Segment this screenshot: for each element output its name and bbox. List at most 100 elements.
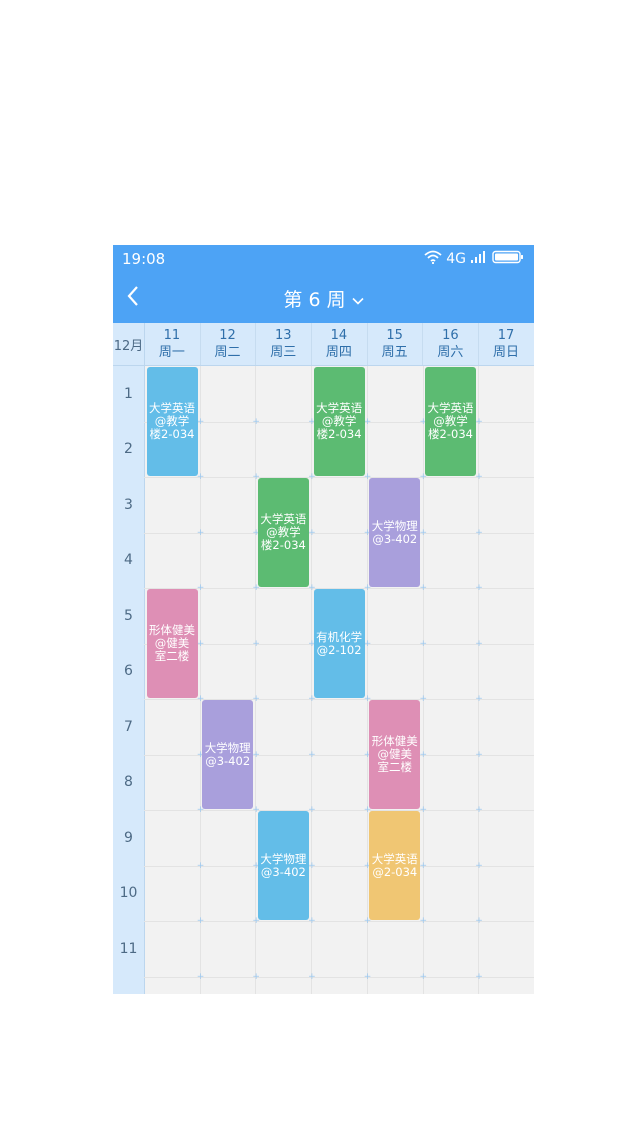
course-block[interactable]: 大学英语 @教学楼2-034 (313, 367, 365, 476)
course-location: @3-402 (205, 753, 251, 768)
grid-column-line (478, 366, 480, 994)
month-label: 12月 (113, 323, 145, 365)
day-header-14[interactable]: 14 周四 (311, 323, 368, 365)
period-number: 1 (124, 385, 133, 402)
period-column: 1 2 3 4 5 6 7 8 9 10 11 (113, 366, 145, 994)
phone-screen: 19:08 4G 第 6 周 12月 11 周一 12 周二 13 周三 14 … (113, 245, 534, 994)
course-name: 大学物理 (204, 740, 251, 755)
grid-plus-marker: + (419, 638, 428, 649)
grid-plus-marker: + (419, 749, 428, 760)
grid-plus-marker: + (252, 694, 260, 704)
grid-plus-marker: + (196, 971, 205, 982)
day-header-17[interactable]: 17 周日 (478, 323, 534, 365)
grid-plus-marker: + (252, 638, 260, 649)
course-location: @3-402 (372, 531, 418, 546)
course-name: 大学物理 (371, 518, 418, 533)
grid-plus-marker: + (308, 916, 316, 926)
period-number: 5 (124, 607, 133, 624)
grid-column-line (199, 366, 201, 994)
status-indicators: 4G (424, 250, 524, 268)
day-date: 13 (274, 328, 292, 343)
day-header-12[interactable]: 12 周二 (200, 323, 257, 365)
grid-plus-marker: + (196, 472, 205, 482)
grid-plus-marker: + (419, 971, 428, 982)
grid-plus-marker: + (308, 971, 316, 982)
day-weekday: 周五 (381, 345, 408, 360)
grid-column-line (422, 366, 424, 994)
course-name: 有机化学 (316, 629, 363, 644)
grid-plus-marker: + (475, 749, 483, 760)
battery-icon (492, 250, 524, 268)
course-location: @教学楼2-034 (260, 525, 306, 552)
course-block[interactable]: 形体健美 @健美室二楼 (146, 589, 198, 698)
grid-plus-marker: + (196, 860, 205, 871)
grid-plus-marker: + (308, 805, 316, 815)
course-block[interactable]: 大学物理 @3-402 (369, 478, 421, 587)
day-date: 14 (330, 328, 348, 343)
grid-plus-marker: + (363, 416, 372, 427)
course-block[interactable]: 大学英语 @教学楼2-034 (146, 367, 198, 476)
grid-plus-marker: + (196, 583, 205, 593)
course-location: @教学楼2-034 (316, 414, 362, 441)
grid-plus-marker: + (419, 583, 428, 593)
grid-plus-marker: + (196, 527, 205, 538)
period-number: 7 (124, 718, 133, 735)
grid-plus-marker: + (363, 971, 372, 982)
course-name: 大学英语 (371, 851, 418, 866)
period-number: 2 (124, 441, 133, 458)
course-block[interactable]: 大学物理 @3-402 (202, 700, 254, 809)
grid-plus-marker: + (475, 472, 483, 482)
grid-plus-marker: + (419, 916, 428, 926)
week-title: 第 6 周 (283, 289, 346, 311)
course-block[interactable]: 大学物理 @3-402 (257, 811, 309, 920)
wifi-icon (424, 250, 442, 268)
day-header-15[interactable]: 15 周五 (367, 323, 424, 365)
course-block[interactable]: 大学英语 @教学楼2-034 (257, 478, 309, 587)
day-header-11[interactable]: 11 周一 (144, 323, 201, 365)
course-location: @2-034 (372, 864, 418, 879)
week-selector[interactable]: 第 6 周 (113, 285, 534, 312)
period-number: 11 (119, 940, 138, 957)
grid-plus-marker: + (475, 527, 483, 538)
day-weekday: 周四 (325, 345, 352, 360)
grid-column-line (255, 366, 257, 994)
course-location: @健美室二楼 (154, 636, 190, 663)
grid-column-line (311, 366, 313, 994)
grid-plus-marker: + (475, 860, 483, 871)
grid-plus-marker: + (475, 805, 483, 815)
course-block[interactable]: 大学英语 @2-034 (369, 811, 421, 920)
grid-plus-marker: + (475, 583, 483, 593)
timetable-grid: 1 2 3 4 5 6 7 8 9 10 11 + + + + + + + + + + + + + + + + + + + + + + + + + +… (113, 366, 534, 994)
course-block[interactable]: 形体健美 @健美室二楼 (369, 700, 421, 809)
grid-plus-marker: + (475, 638, 483, 649)
grid-plus-marker: + (252, 971, 260, 982)
grid-plus-marker: + (252, 416, 260, 427)
grid-plus-marker: + (475, 971, 483, 982)
grid-plus-marker: + (475, 416, 483, 427)
day-date: 17 (497, 328, 515, 343)
grid-plus-marker: + (308, 860, 316, 871)
grid-plus-marker: + (419, 694, 428, 704)
course-location: @3-402 (260, 864, 306, 879)
course-block[interactable]: 有机化学 @2-102 (313, 589, 365, 698)
day-header-13[interactable]: 13 周三 (255, 323, 313, 365)
week-header: 12月 11 周一 12 周二 13 周三 14 周四 15 周五 16 周六 17 周日 (113, 323, 534, 366)
status-time: 19:08 (122, 250, 166, 268)
course-block[interactable]: 大学英语 @教学楼2-034 (425, 367, 476, 476)
course-location: @教学楼2-034 (149, 414, 195, 441)
grid-plus-marker: + (475, 694, 483, 704)
day-weekday: 周一 (158, 345, 185, 360)
network-type: 4G (446, 251, 466, 267)
day-weekday: 周日 (493, 345, 520, 360)
grid-plus-marker: + (363, 638, 372, 649)
period-number: 8 (124, 774, 133, 791)
day-header-16[interactable]: 16 周六 (423, 323, 480, 365)
nav-bar: 第 6 周 (113, 273, 534, 323)
grid-plus-marker: + (308, 749, 316, 760)
period-number: 3 (124, 496, 133, 513)
period-number: 6 (124, 663, 133, 680)
grid-plus-marker: + (419, 805, 428, 815)
day-date: 11 (163, 328, 181, 343)
grid-plus-marker: + (419, 527, 428, 538)
course-name: 大学物理 (260, 851, 307, 866)
